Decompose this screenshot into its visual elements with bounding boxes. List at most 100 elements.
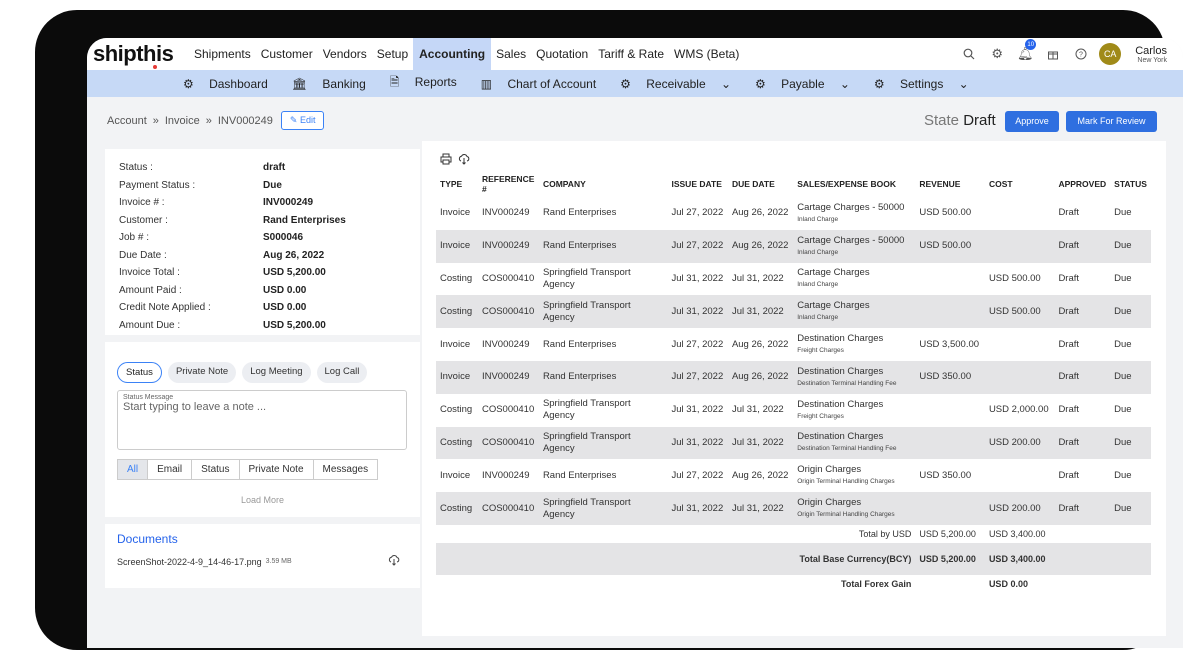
nav-item-vendors[interactable]: Vendors (318, 38, 372, 70)
total-by-usd-row: Total by USD USD 5,200.00 USD 3,400.00 (436, 525, 1151, 543)
cloud-download-icon[interactable] (388, 554, 400, 569)
table-row[interactable]: Invoice INV000249 Rand Enterprises Jul 27, … (436, 459, 1151, 492)
info-key: Invoice # : (119, 197, 165, 208)
column-header-status: STATUS (1114, 179, 1147, 189)
pill-log-meeting[interactable]: Log Meeting (242, 362, 311, 383)
table-row[interactable]: Costing COS000410 Springfield Transport Ag… (436, 492, 1151, 525)
help-icon[interactable]: ? (1067, 38, 1095, 70)
cell-revenue (915, 263, 985, 296)
table-row[interactable]: Invoice INV000249 Rand Enterprises Jul 27, … (436, 197, 1151, 230)
documents-title[interactable]: Documents (117, 532, 408, 546)
notification-badge: 10 (1025, 39, 1037, 50)
subnav-icon: ⚙ (755, 76, 770, 91)
edit-icon: ✎ (289, 115, 300, 125)
subnav-item-reports[interactable]: 🗎 Reports (390, 73, 469, 94)
info-key: Invoice Total : (119, 267, 180, 278)
line-items-table: TYPE REFERENCE # COMPANY ISSUE DATE DUE DATE… (436, 171, 1151, 593)
cell-book: Cartage Charges - 50000 Inland Charge (793, 197, 915, 230)
tab-private-note[interactable]: Private Note (240, 460, 314, 479)
document-item: ScreenShot-2022-4-9_14-46-17.png 3.59 MB (117, 554, 408, 569)
table-row[interactable]: Costing COS000410 Springfield Transport Ag… (436, 295, 1151, 329)
table-row[interactable]: Invoice INV000249 Rand Enterprises Jul 27, … (436, 360, 1151, 394)
cell-status: Due (1114, 207, 1132, 219)
avatar[interactable]: CA (1099, 43, 1122, 65)
tab-messages[interactable]: Messages (314, 460, 378, 479)
nav-item-shipments[interactable]: Shipments (189, 38, 256, 70)
nav-item-tariff-rate[interactable]: Tariff & Rate (593, 38, 669, 70)
cell-company: Rand Enterprises (542, 338, 617, 350)
subnav-item-payable[interactable]: ⚙ Payable ⌄ (755, 77, 862, 91)
subnav-icon: ⚙ (183, 76, 198, 91)
cell-cost (985, 459, 1055, 492)
breadcrumb: Account » Invoice » INV000249 ✎ Edit (107, 111, 325, 130)
breadcrumb-account[interactable]: Account (107, 115, 147, 127)
cell-ref: INV000249 (481, 469, 530, 481)
load-more-link[interactable]: Load More (105, 495, 420, 505)
subnav-item-dashboard[interactable]: ⚙ Dashboard (183, 77, 280, 91)
subnav-item-chart-of-account[interactable]: ▥ Chart of Account (481, 77, 608, 91)
tab-status[interactable]: Status (192, 460, 240, 479)
cell-due: Aug 26, 2022 (731, 469, 789, 481)
subnav-item-settings[interactable]: ⚙ Settings ⌄ (874, 77, 981, 91)
cell-status: Due (1114, 305, 1132, 317)
info-key: Amount Due : (119, 319, 181, 331)
cell-book: Destination Charges Destination Terminal … (793, 427, 915, 460)
pill-log-call[interactable]: Log Call (316, 362, 368, 383)
tab-all[interactable]: All (118, 460, 149, 479)
table-row[interactable]: Costing COS000410 Springfield Transport Ag… (436, 263, 1151, 296)
cell-status: Due (1114, 338, 1132, 350)
edit-button[interactable]: ✎ Edit (280, 111, 325, 130)
cell-revenue (915, 394, 985, 427)
print-icon[interactable] (440, 153, 452, 169)
nav-item-quotation[interactable]: Quotation (531, 38, 593, 70)
bell-icon[interactable]: 🔔︎ 10 (1011, 38, 1039, 70)
cell-approved: Draft (1058, 207, 1080, 219)
breadcrumb-current: INV000249 (217, 114, 273, 127)
table-header-row: TYPE REFERENCE # COMPANY ISSUE DATE DUE DATE… (436, 171, 1151, 197)
cell-issue: Jul 31, 2022 (671, 305, 724, 317)
mark-for-review-button[interactable]: Mark For Review (1066, 111, 1157, 132)
book-subcategory: Inland Charge (797, 314, 839, 322)
cell-issue: Jul 31, 2022 (671, 502, 724, 514)
approve-button[interactable]: Approve (1005, 111, 1059, 132)
subnav-item-receivable[interactable]: ⚙ Receivable ⌄ (620, 77, 743, 91)
note-textarea[interactable]: Status Message Start typing to leave a n… (117, 390, 407, 450)
user-location: New York (1137, 56, 1167, 64)
nav-item-customer[interactable]: Customer (256, 38, 318, 70)
user-menu[interactable]: Carlos New York (1135, 45, 1167, 64)
subnav-label: Reports (414, 75, 457, 89)
nav-item-setup[interactable]: Setup (372, 38, 413, 70)
book-name: Destination Charges (797, 333, 884, 345)
table-row[interactable]: Costing COS000410 Springfield Transport Ag… (436, 426, 1151, 460)
cloud-download-icon[interactable] (458, 153, 470, 169)
nav-item-accounting[interactable]: Accounting (413, 38, 492, 70)
document-filename[interactable]: ScreenShot-2022-4-9_14-46-17.png (117, 557, 262, 567)
book-subcategory: Destination Terminal Handling Fee (797, 445, 897, 453)
cell-type: Costing (440, 502, 473, 514)
subnav-item-banking[interactable]: 🏛︎ Banking (292, 77, 378, 91)
table-row[interactable]: Costing COS000410 Springfield Transport Ag… (436, 394, 1151, 427)
pill-private-note[interactable]: Private Note (167, 362, 237, 383)
breadcrumb-invoice[interactable]: Invoice (165, 115, 200, 127)
table-row[interactable]: Invoice INV000249 Rand Enterprises Jul 27, … (436, 328, 1151, 361)
pill-status[interactable]: Status (117, 362, 162, 383)
nav-item-sales[interactable]: Sales (491, 38, 531, 70)
gear-icon[interactable]: ⚙ (983, 38, 1011, 70)
nav-item-wms-beta[interactable]: WMS (Beta) (669, 38, 744, 70)
book-name: Destination Charges (797, 398, 884, 410)
table-body: Invoice INV000249 Rand Enterprises Jul 27, … (436, 197, 1151, 525)
search-icon[interactable] (955, 38, 983, 70)
info-row: Amount Paid : USD 0.00 (119, 282, 406, 300)
cell-ref: INV000249 (481, 338, 530, 350)
cell-status: Due (1114, 240, 1132, 252)
chevron-down-icon: ⌄ (717, 76, 732, 91)
subnav-label: Settings (899, 76, 944, 91)
tab-email[interactable]: Email (148, 460, 193, 479)
gift-icon[interactable] (1039, 38, 1067, 70)
cell-approved: Draft (1058, 272, 1080, 284)
breadcrumb-separator: » (152, 114, 159, 127)
cell-revenue: USD 500.00 (919, 207, 972, 219)
page-header: Account » Invoice » INV000249 ✎ Edit Sta… (87, 97, 1183, 139)
table-row[interactable]: Invoice INV000249 Rand Enterprises Jul 27, … (436, 229, 1151, 263)
app-logo[interactable]: shipthis (93, 41, 175, 69)
